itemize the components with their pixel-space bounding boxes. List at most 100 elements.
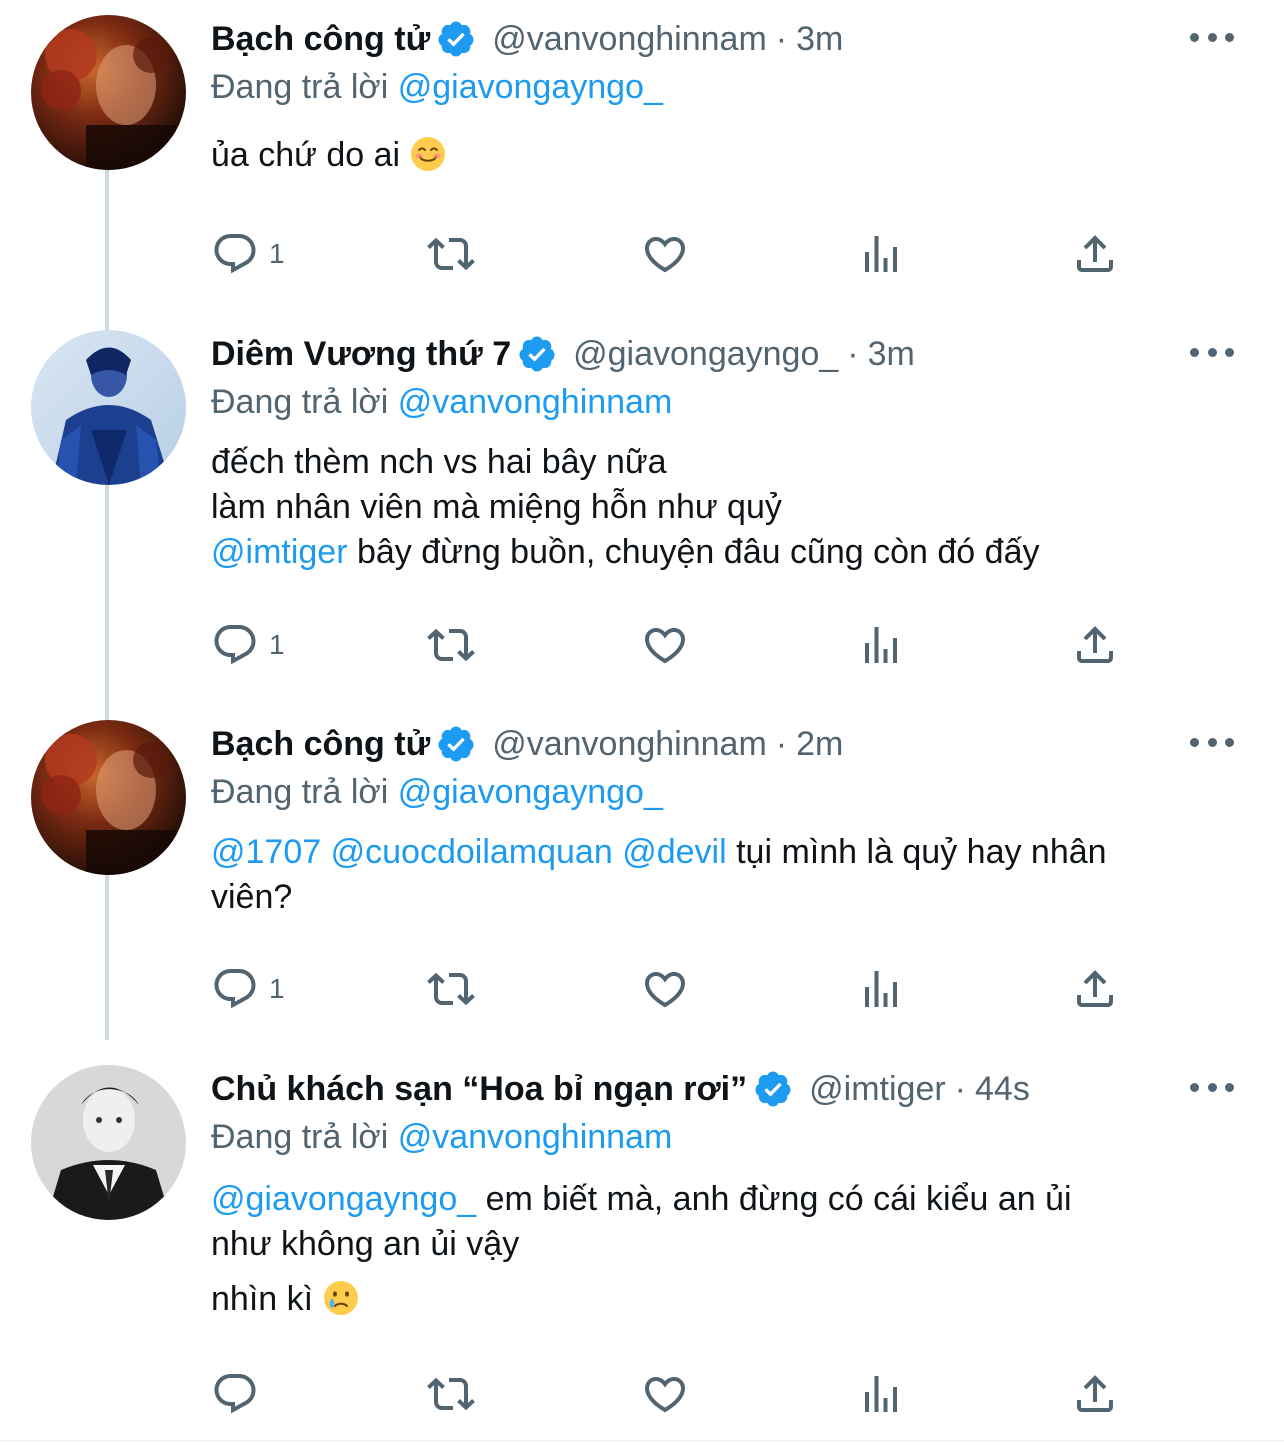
avatar-red-roses-image — [31, 15, 186, 170]
analytics-icon — [857, 230, 905, 278]
timestamp[interactable]: 44s — [975, 1070, 1030, 1109]
share-button[interactable] — [1071, 1370, 1119, 1418]
avatar[interactable] — [31, 15, 186, 170]
mention-link[interactable]: @imtiger — [211, 533, 348, 571]
replying-to: Đang trả lời @giavongayngo_ — [211, 63, 1244, 111]
replying-prefix: Đang trả lời — [211, 383, 389, 421]
views-button[interactable] — [857, 621, 905, 669]
timestamp[interactable]: 2m — [796, 725, 843, 764]
reply-icon — [211, 1370, 259, 1418]
views-button[interactable] — [857, 1370, 905, 1418]
display-name[interactable]: Bạch công tử — [211, 725, 430, 764]
share-button[interactable] — [1071, 621, 1119, 669]
more-options-icon[interactable] — [1190, 340, 1234, 364]
tweet-text-segment: tụi mình là quỷ hay nhân — [726, 833, 1107, 871]
tweet-content: Chủ khách sạn “Hoa bỉ ngạn rơi” @imtiger… — [211, 1065, 1244, 1322]
display-name[interactable]: Diêm Vương thứ 7 — [211, 335, 511, 374]
retweet-icon — [427, 230, 475, 278]
replying-to: Đang trả lời @vanvonghinnam — [211, 1113, 1244, 1161]
like-button[interactable] — [641, 965, 689, 1013]
tweet-text: ủa chứ do ai — [211, 133, 1244, 178]
tweet-actions: 1 — [211, 229, 1131, 279]
reply-button[interactable]: 1 — [211, 965, 285, 1013]
like-button[interactable] — [641, 621, 689, 669]
retweet-button[interactable] — [427, 230, 475, 278]
tweet-text-line: @1707 @cuocdoilamquan @devil tụi mình là… — [211, 830, 1244, 875]
like-button[interactable] — [641, 230, 689, 278]
retweet-icon — [427, 621, 475, 669]
views-button[interactable] — [857, 965, 905, 1013]
like-button[interactable] — [641, 1370, 689, 1418]
heart-icon — [641, 230, 689, 278]
tweet-text-line: ủa chứ do ai — [211, 136, 401, 174]
mention-link[interactable]: @1707 — [211, 833, 321, 871]
tweet-text-segment: nhìn kì — [211, 1280, 314, 1318]
replying-to-mention[interactable]: @giavongayngo_ — [398, 773, 663, 811]
crying-face-emoji-icon — [323, 1280, 359, 1316]
reply-button[interactable]: 1 — [211, 230, 285, 278]
replying-to: Đang trả lời @giavongayngo_ — [211, 768, 1244, 816]
analytics-icon — [857, 1370, 905, 1418]
reply-button[interactable] — [211, 1370, 269, 1418]
tweet-text-line: viên? — [211, 878, 293, 916]
tweet-content: Bạch công tử @vanvonghinnam · 2m Đang tr… — [211, 720, 1244, 920]
avatar[interactable] — [31, 720, 186, 875]
handle[interactable]: @imtiger — [809, 1070, 946, 1109]
timestamp[interactable]: 3m — [868, 335, 915, 374]
tweet-text: đếch thèm nch vs hai bây nữa làm nhân vi… — [211, 440, 1244, 575]
replying-to-mention[interactable]: @vanvonghinnam — [398, 383, 673, 421]
mention-link[interactable]: @giavongayngo_ — [211, 1180, 476, 1218]
replying-to-mention[interactable]: @giavongayngo_ — [398, 68, 663, 106]
retweet-button[interactable] — [427, 965, 475, 1013]
reply-count: 1 — [269, 973, 285, 1004]
share-icon — [1071, 965, 1119, 1013]
tweet-text: @giavongayngo_ em biết mà, anh đừng có c… — [211, 1177, 1244, 1322]
verified-icon — [436, 724, 476, 764]
smiling-face-emoji-icon — [410, 136, 446, 172]
tweet-text-line: như không an ủi vậy — [211, 1225, 520, 1263]
more-options-icon[interactable] — [1190, 25, 1234, 49]
share-button[interactable] — [1071, 230, 1119, 278]
display-name[interactable]: Chủ khách sạn “Hoa bỉ ngạn rơi” — [211, 1070, 747, 1109]
avatar[interactable] — [31, 1065, 186, 1220]
verified-icon — [753, 1069, 793, 1109]
tweet-actions: 1 — [211, 620, 1131, 670]
separator-dot: · — [775, 724, 788, 763]
reply-count: 1 — [269, 238, 285, 269]
replying-to-mention[interactable]: @vanvonghinnam — [398, 1118, 673, 1156]
retweet-icon — [427, 965, 475, 1013]
share-button[interactable] — [1071, 965, 1119, 1013]
avatar-black-white-suit-image — [31, 1065, 186, 1220]
reply-icon — [211, 965, 259, 1013]
tweet-text: @1707 @cuocdoilamquan @devil tụi mình là… — [211, 830, 1244, 920]
more-options-icon[interactable] — [1190, 730, 1234, 754]
tweet-content: Diêm Vương thứ 7 @giavongayngo_ · 3m Đan… — [211, 330, 1244, 575]
tweet-header: Bạch công tử @vanvonghinnam · 3m — [211, 15, 1244, 63]
retweet-button[interactable] — [427, 1370, 475, 1418]
reply-button[interactable]: 1 — [211, 621, 285, 669]
replying-prefix: Đang trả lời — [211, 773, 389, 811]
tweet-header: Diêm Vương thứ 7 @giavongayngo_ · 3m — [211, 330, 1244, 378]
replying-prefix: Đang trả lời — [211, 68, 389, 106]
views-button[interactable] — [857, 230, 905, 278]
share-icon — [1071, 230, 1119, 278]
handle[interactable]: @vanvonghinnam — [492, 725, 767, 764]
more-options-icon[interactable] — [1190, 1075, 1234, 1099]
verified-icon — [436, 19, 476, 59]
handle[interactable]: @giavongayngo_ — [573, 335, 838, 374]
retweet-button[interactable] — [427, 621, 475, 669]
verified-icon — [517, 334, 557, 374]
timestamp[interactable]: 3m — [796, 20, 843, 59]
tweet-text-line: làm nhân viên mà miệng hỗn như quỷ — [211, 488, 782, 526]
separator-dot: · — [847, 334, 859, 373]
display-name[interactable]: Bạch công tử — [211, 20, 430, 59]
heart-icon — [641, 621, 689, 669]
heart-icon — [641, 965, 689, 1013]
thread-connector-line — [105, 170, 109, 1040]
avatar[interactable] — [31, 330, 186, 485]
retweet-icon — [427, 1370, 475, 1418]
tweet-actions: 1 — [211, 964, 1131, 1014]
mention-link[interactable]: @cuocdoilamquan — [331, 833, 613, 871]
handle[interactable]: @vanvonghinnam — [492, 20, 767, 59]
mention-link[interactable]: @devil — [622, 833, 726, 871]
